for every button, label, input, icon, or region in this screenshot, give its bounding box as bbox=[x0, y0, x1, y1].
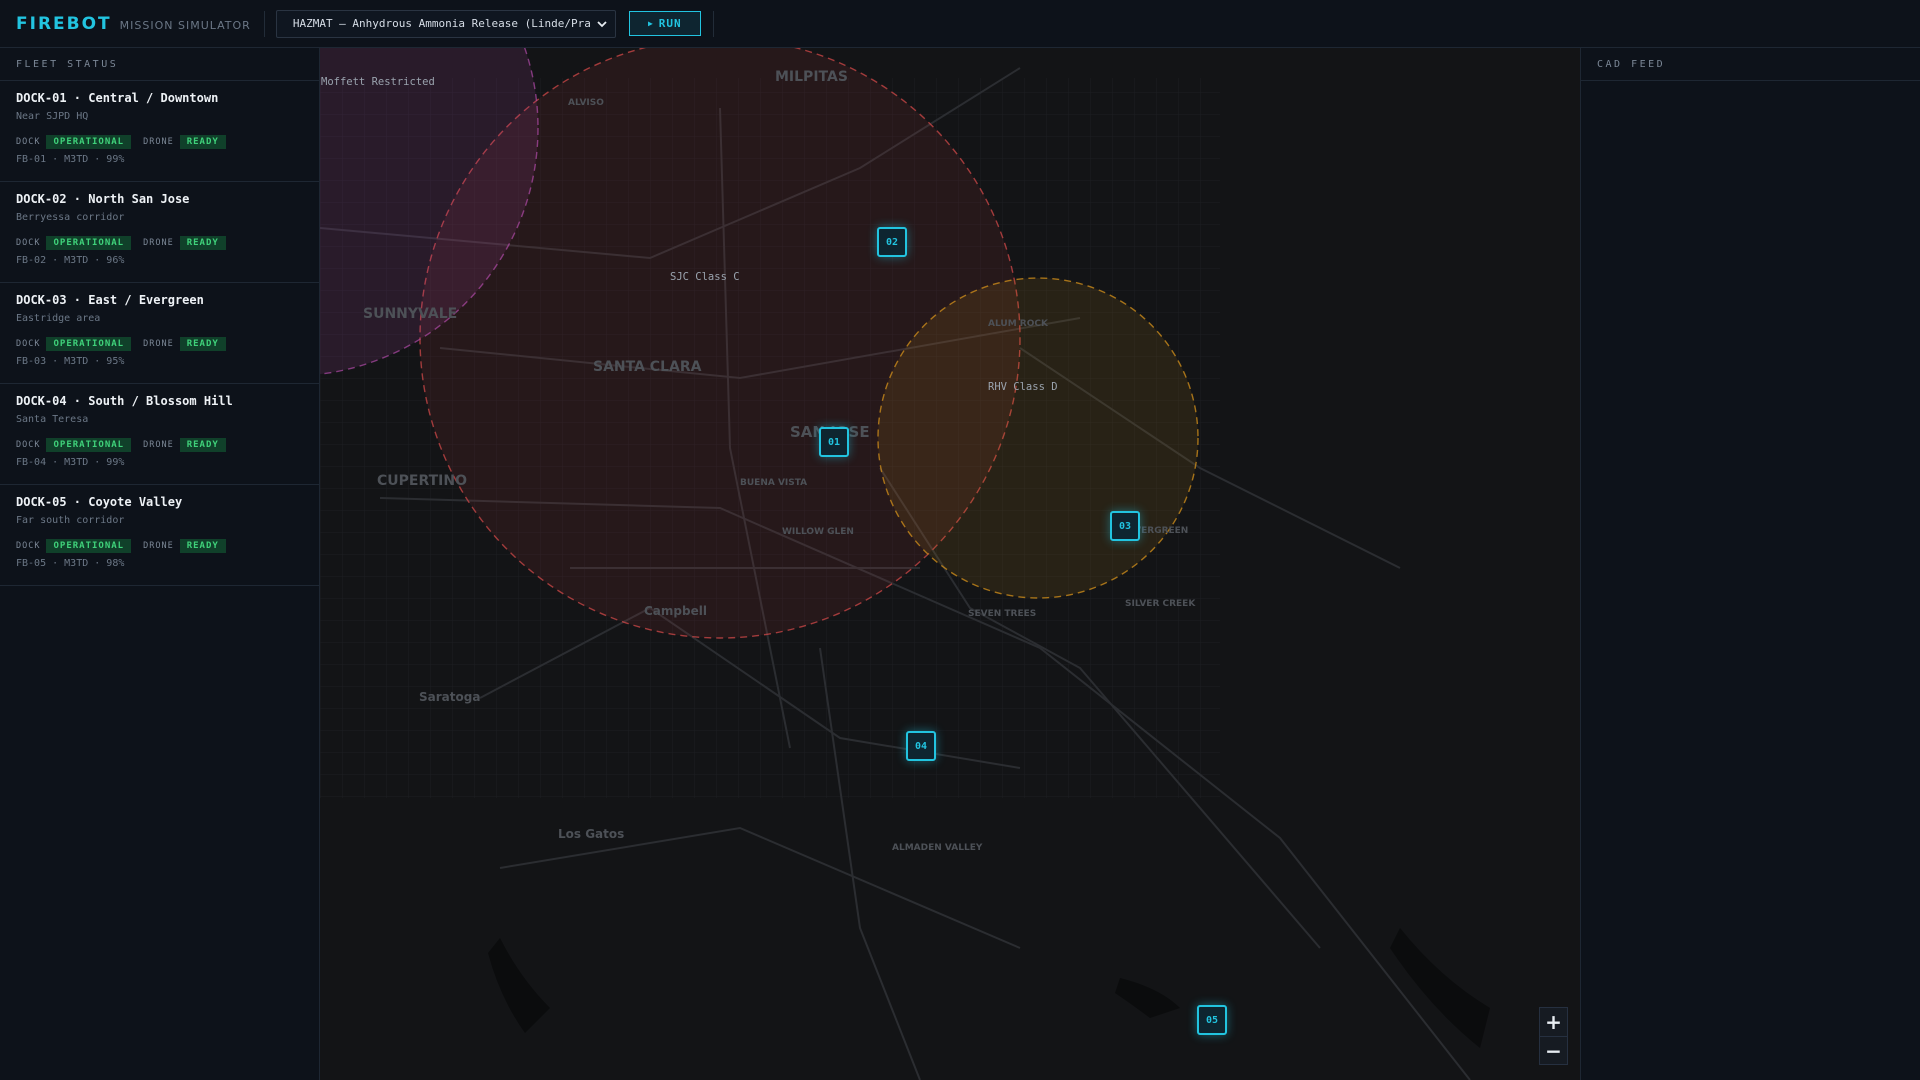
brand: FIREBOT MISSION SIMULATOR bbox=[0, 14, 251, 34]
drone-status-badge: READY bbox=[179, 236, 226, 250]
zoom-controls: + − bbox=[1539, 1007, 1568, 1065]
dock-marker-label: 01 bbox=[827, 436, 841, 448]
dock-meta: FB-03 · M3TD · 95% bbox=[16, 356, 125, 367]
dock-card-03[interactable]: DOCK-03 · East / Evergreen Eastridge are… bbox=[0, 283, 319, 384]
place-label: SILVER CREEK bbox=[1125, 599, 1196, 609]
dock-name: DOCK-01 · Central / Downtown bbox=[16, 91, 219, 105]
fleet-status-title: FLEET STATUS bbox=[0, 48, 319, 81]
top-bar: FIREBOT MISSION SIMULATOR HAZMAT — Anhyd… bbox=[0, 0, 1920, 48]
dock-marker-label: 03 bbox=[1118, 520, 1132, 532]
place-label: Saratoga bbox=[419, 690, 480, 704]
drone-status-badge: READY bbox=[179, 337, 226, 351]
place-label: CUPERTINO bbox=[377, 473, 467, 489]
dock-meta: FB-04 · M3TD · 99% bbox=[16, 457, 125, 468]
dock-label: DOCK bbox=[16, 339, 41, 349]
dock-marker-05[interactable]: 05 bbox=[1197, 1005, 1227, 1035]
drone-status-badge: READY bbox=[179, 135, 226, 149]
map-canvas: Moffett Restricted SJC Class C RHV Class… bbox=[320, 48, 1580, 1080]
dock-status-badge: OPERATIONAL bbox=[46, 135, 132, 149]
place-label: SUNNYVALE bbox=[363, 306, 457, 322]
dock-location: Berryessa corridor bbox=[16, 212, 125, 223]
dock-location: Santa Teresa bbox=[16, 414, 89, 425]
scenario-select[interactable]: HAZMAT — Anhydrous Ammonia Release (Lind… bbox=[275, 9, 616, 38]
dock-label: DOCK bbox=[16, 541, 41, 551]
dock-marker-label: 02 bbox=[885, 236, 899, 248]
drone-status-badge: READY bbox=[179, 539, 226, 553]
dock-marker-label: 04 bbox=[914, 740, 928, 752]
header-divider bbox=[712, 10, 714, 37]
map-view[interactable]: Moffett Restricted SJC Class C RHV Class… bbox=[320, 48, 1580, 1080]
fleet-status-panel: FLEET STATUS DOCK-01 · Central / Downtow… bbox=[0, 48, 320, 1080]
dock-status-badge: OPERATIONAL bbox=[46, 438, 132, 452]
place-label: MILPITAS bbox=[775, 69, 848, 85]
dock-location: Near SJPD HQ bbox=[16, 111, 89, 122]
dock-meta: FB-05 · M3TD · 98% bbox=[16, 558, 125, 569]
place-label: Los Gatos bbox=[558, 827, 624, 841]
dock-label: DOCK bbox=[16, 440, 41, 450]
play-icon: ▶ bbox=[647, 19, 654, 28]
dock-name: DOCK-03 · East / Evergreen bbox=[16, 293, 204, 307]
zoom-out-button[interactable]: − bbox=[1540, 1036, 1567, 1064]
place-label: WILLOW GLEN bbox=[782, 527, 854, 537]
dock-marker-04[interactable]: 04 bbox=[906, 731, 936, 761]
drone-label: DRONE bbox=[143, 339, 174, 349]
drone-label: DRONE bbox=[143, 541, 174, 551]
dock-card-02[interactable]: DOCK-02 · North San Jose Berryessa corri… bbox=[0, 182, 319, 283]
cad-feed-title: CAD FEED bbox=[1581, 48, 1920, 81]
dock-name: DOCK-04 · South / Blossom Hill bbox=[16, 394, 233, 408]
place-label: ALUM ROCK bbox=[988, 319, 1049, 329]
dock-name: DOCK-05 · Coyote Valley bbox=[16, 495, 183, 509]
dock-status-badge: OPERATIONAL bbox=[46, 236, 132, 250]
place-label: ALMADEN VALLEY bbox=[892, 843, 983, 853]
drone-label: DRONE bbox=[143, 440, 174, 450]
brand-subtitle: MISSION SIMULATOR bbox=[119, 18, 251, 32]
airspace-label-sjc: SJC Class C bbox=[670, 271, 740, 283]
header-divider bbox=[263, 10, 265, 37]
scenario-select-value: HAZMAT — Anhydrous Ammonia Release (Lind… bbox=[292, 17, 591, 30]
dock-card-05[interactable]: DOCK-05 · Coyote Valley Far south corrid… bbox=[0, 485, 319, 586]
chevron-down-icon bbox=[597, 20, 607, 27]
dock-status-badge: OPERATIONAL bbox=[46, 337, 132, 351]
dock-marker-03[interactable]: 03 bbox=[1110, 511, 1140, 541]
drone-label: DRONE bbox=[143, 238, 174, 248]
dock-meta: FB-02 · M3TD · 96% bbox=[16, 255, 125, 266]
place-label: Campbell bbox=[644, 604, 707, 618]
dock-location: Eastridge area bbox=[16, 313, 101, 324]
run-button[interactable]: ▶ RUN bbox=[628, 11, 701, 36]
place-label: SEVEN TREES bbox=[968, 609, 1036, 619]
dock-marker-label: 05 bbox=[1205, 1014, 1219, 1026]
dock-meta: FB-01 · M3TD · 99% bbox=[16, 154, 125, 165]
dock-marker-01[interactable]: 01 bbox=[819, 427, 849, 457]
dock-location: Far south corridor bbox=[16, 515, 125, 526]
drone-label: DRONE bbox=[143, 137, 174, 147]
dock-label: DOCK bbox=[16, 137, 41, 147]
dock-label: DOCK bbox=[16, 238, 41, 248]
cad-feed-panel: CAD FEED bbox=[1580, 48, 1920, 1080]
airspace-label-moffett: Moffett Restricted bbox=[321, 76, 435, 88]
zoom-in-button[interactable]: + bbox=[1540, 1008, 1567, 1036]
dock-marker-02[interactable]: 02 bbox=[877, 227, 907, 257]
run-button-label: RUN bbox=[658, 17, 682, 30]
dock-name: DOCK-02 · North San Jose bbox=[16, 192, 190, 206]
dock-status-badge: OPERATIONAL bbox=[46, 539, 132, 553]
airspace-label-rhv: RHV Class D bbox=[988, 381, 1058, 393]
place-label: BUENA VISTA bbox=[740, 478, 807, 488]
dock-card-04[interactable]: DOCK-04 · South / Blossom Hill Santa Ter… bbox=[0, 384, 319, 485]
drone-status-badge: READY bbox=[179, 438, 226, 452]
brand-name: FIREBOT bbox=[16, 13, 112, 34]
place-label: SANTA CLARA bbox=[593, 359, 702, 375]
place-label: ALVISO bbox=[568, 98, 604, 108]
dock-card-01[interactable]: DOCK-01 · Central / Downtown Near SJPD H… bbox=[0, 81, 319, 182]
